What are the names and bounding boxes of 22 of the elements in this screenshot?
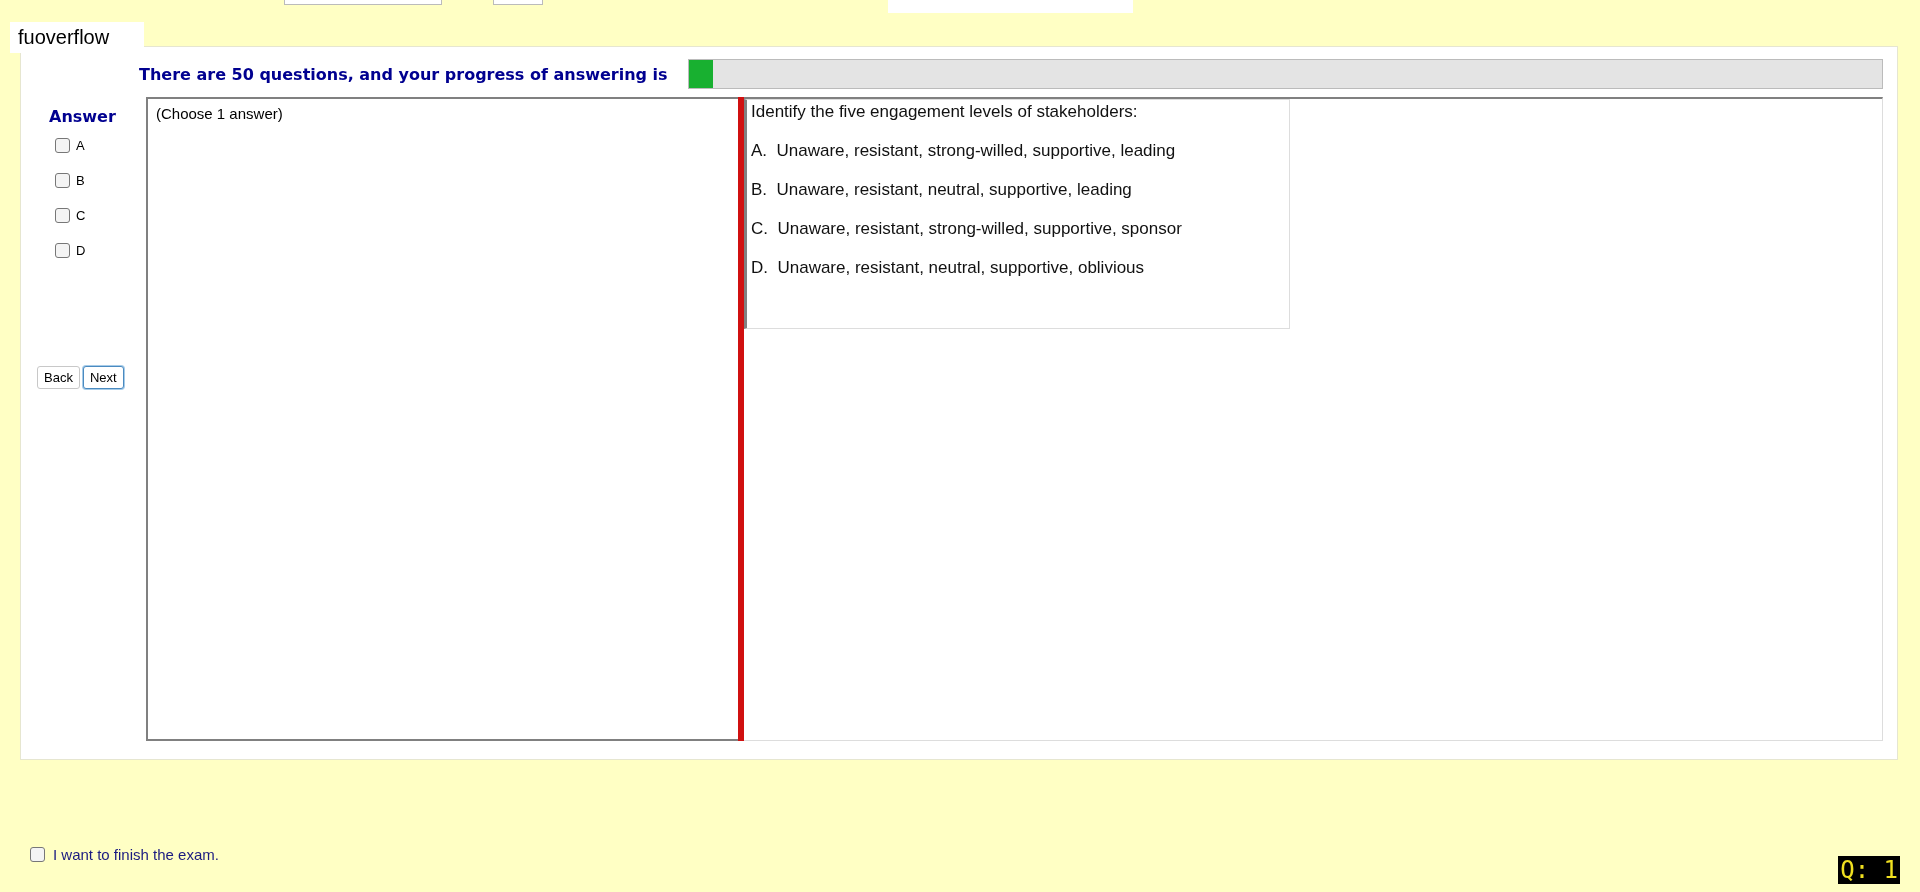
question-text: Identify the five engagement levels of stakeholders: — [751, 102, 1139, 122]
checkbox[interactable] — [55, 173, 70, 188]
option-label: B — [76, 173, 85, 188]
option-label: D — [76, 243, 86, 258]
choice-text: B. Unaware, resistant, neutral, supportive, leading — [751, 180, 1133, 200]
next-button[interactable]: Next — [82, 366, 124, 389]
back-button[interactable]: Back — [37, 366, 80, 389]
checkbox[interactable] — [30, 847, 45, 862]
progress-label: There are 50 questions, and your progress of answering is — [139, 64, 668, 84]
finish-label: I want to finish the exam. — [53, 846, 219, 863]
name-field[interactable]: fuoverflow — [10, 22, 144, 53]
choice-text: A. Unaware, resistant, strong-willed, supportive, leading — [751, 141, 1177, 161]
choice-text: C. Unaware, resistant, strong-willed, supportive, sponsor — [751, 219, 1183, 239]
checkbox[interactable] — [55, 243, 70, 258]
choice-text: D. Unaware, resistant, neutral, supportive, oblivious — [751, 258, 1146, 278]
option-label: A — [76, 138, 85, 153]
instruction-text: (Choose 1 answer) — [156, 105, 283, 122]
answer-title: Answer — [49, 107, 116, 126]
question-badge: Q: 1 — [1838, 856, 1900, 884]
checkbox[interactable] — [55, 208, 70, 223]
option-label: C — [76, 208, 86, 223]
checkbox[interactable] — [55, 138, 70, 153]
